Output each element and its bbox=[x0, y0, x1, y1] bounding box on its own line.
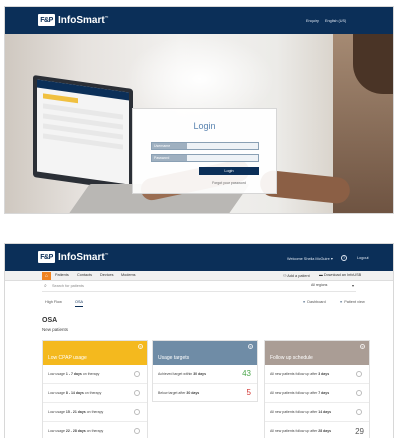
list-item[interactable]: All new patients follow up after 7 days bbox=[265, 384, 369, 403]
dashboard-icon: ≡ bbox=[303, 300, 306, 304]
count-value: 29 bbox=[355, 427, 364, 436]
nav-modems[interactable]: Modems bbox=[121, 273, 136, 277]
loading-icon bbox=[134, 371, 140, 377]
logout-link[interactable]: Logout bbox=[357, 256, 369, 260]
logo-text: InfoSmart™ bbox=[58, 14, 109, 26]
section-title: OSA bbox=[42, 317, 58, 324]
tab-high-flow[interactable]: High Flow bbox=[45, 300, 62, 306]
laptop-illustration bbox=[33, 74, 133, 192]
tab-osa[interactable]: OSA bbox=[75, 300, 84, 307]
low-cpap-usage-card: ? Low CPAP usage Low usage 1 - 7 days on… bbox=[42, 340, 148, 438]
search-input[interactable]: Search for patients bbox=[52, 284, 84, 288]
loading-icon bbox=[356, 371, 362, 377]
count-value: 43 bbox=[242, 369, 251, 378]
password-label: Password bbox=[154, 156, 170, 160]
list-item[interactable]: Low usage 8 - 14 days on therapy bbox=[43, 384, 147, 403]
top-header: F&P InfoSmart™ Enquiry English (US) bbox=[5, 7, 393, 34]
question-icon[interactable]: ? bbox=[360, 344, 365, 349]
chevron-down-icon: ▾ bbox=[351, 283, 354, 288]
login-card: Login Username Password Login Forgot you… bbox=[132, 108, 277, 194]
list-item[interactable]: Low usage 15 - 21 days on therapy bbox=[43, 403, 147, 422]
login-title: Login bbox=[193, 121, 216, 131]
card-title: Low CPAP usage bbox=[48, 355, 87, 361]
loading-icon bbox=[134, 428, 140, 434]
forgot-password-link[interactable]: Forgot your password bbox=[199, 181, 259, 185]
card-header: ? Follow up schedule bbox=[265, 341, 369, 365]
follow-up-schedule-card: ? Follow up schedule All new patients fo… bbox=[264, 340, 370, 438]
nav-devices[interactable]: Devices bbox=[100, 273, 114, 277]
add-patient-link[interactable]: ⚇ Add a patient bbox=[283, 273, 310, 278]
username-field[interactable]: Username bbox=[151, 142, 259, 150]
loading-icon bbox=[134, 409, 140, 415]
nav-patients[interactable]: Patients bbox=[55, 273, 69, 277]
logo[interactable]: F&P InfoSmart™ bbox=[38, 14, 109, 26]
main-nav: ⌂ Patients Contacts Devices Modems ⚇ Add… bbox=[5, 271, 393, 281]
patient-view-link[interactable]: ≡ Patient view bbox=[340, 300, 365, 304]
search-row: ⌕ Search for patients All regions ▾ bbox=[42, 281, 356, 292]
login-button[interactable]: Login bbox=[199, 167, 259, 175]
region-select[interactable]: All regions ▾ bbox=[311, 283, 356, 290]
user-menu[interactable]: Welcome Sheila McGuire ▾ bbox=[287, 256, 333, 261]
usage-targets-card: ? Usage targets Achieved target within 3… bbox=[152, 340, 258, 402]
help-icon[interactable]: ? bbox=[341, 255, 347, 261]
list-item[interactable]: Achieved target within 30 days 43 bbox=[153, 365, 257, 384]
download-infousb-link[interactable]: ▬ Download an InfoUSB bbox=[319, 273, 361, 277]
list-icon: ≡ bbox=[340, 300, 343, 304]
list-item[interactable]: All new patients follow up after 3 days bbox=[265, 365, 369, 384]
card-title: Usage targets bbox=[158, 355, 190, 361]
hero-photo: Login Username Password Login Forgot you… bbox=[5, 34, 393, 213]
dashboard-view-link[interactable]: ≡ Dashboard bbox=[303, 300, 326, 304]
question-icon[interactable]: ? bbox=[248, 344, 253, 349]
question-icon[interactable]: ? bbox=[138, 344, 143, 349]
list-item[interactable]: All new patients follow up after 28 days… bbox=[265, 422, 369, 438]
list-item[interactable]: All new patients follow up after 14 days bbox=[265, 403, 369, 422]
nav-contacts[interactable]: Contacts bbox=[77, 273, 92, 277]
enquiry-link[interactable]: Enquiry bbox=[306, 19, 319, 23]
logo-text: InfoSmart™ bbox=[58, 251, 109, 263]
logo-mark: F&P bbox=[38, 251, 55, 263]
home-icon[interactable]: ⌂ bbox=[42, 272, 51, 280]
login-screenshot: F&P InfoSmart™ Enquiry English (US) Logi… bbox=[4, 6, 394, 214]
loading-icon bbox=[134, 390, 140, 396]
top-header: F&P InfoSmart™ Welcome Sheila McGuire ▾ … bbox=[5, 244, 393, 271]
card-header: ? Low CPAP usage bbox=[43, 341, 147, 365]
card-title: Follow up schedule bbox=[270, 355, 313, 361]
card-header: ? Usage targets bbox=[153, 341, 257, 365]
logo[interactable]: F&P InfoSmart™ bbox=[38, 251, 109, 263]
logo-mark: F&P bbox=[38, 14, 55, 26]
loading-icon bbox=[356, 409, 362, 415]
language-link[interactable]: English (US) bbox=[325, 19, 346, 23]
section-subtitle: New patients bbox=[42, 327, 69, 332]
dashboard-screenshot: F&P InfoSmart™ Welcome Sheila McGuire ▾ … bbox=[4, 243, 394, 438]
loading-icon bbox=[356, 390, 362, 396]
count-value: 5 bbox=[246, 388, 251, 397]
password-field[interactable]: Password bbox=[151, 154, 259, 162]
list-item[interactable]: Below target after 30 days 5 bbox=[153, 384, 257, 403]
list-item[interactable]: Low usage 1 - 7 days on therapy bbox=[43, 365, 147, 384]
search-icon: ⌕ bbox=[44, 283, 47, 289]
username-label: Username bbox=[154, 144, 171, 148]
list-item[interactable]: Low usage 22 - 28 days on therapy bbox=[43, 422, 147, 438]
